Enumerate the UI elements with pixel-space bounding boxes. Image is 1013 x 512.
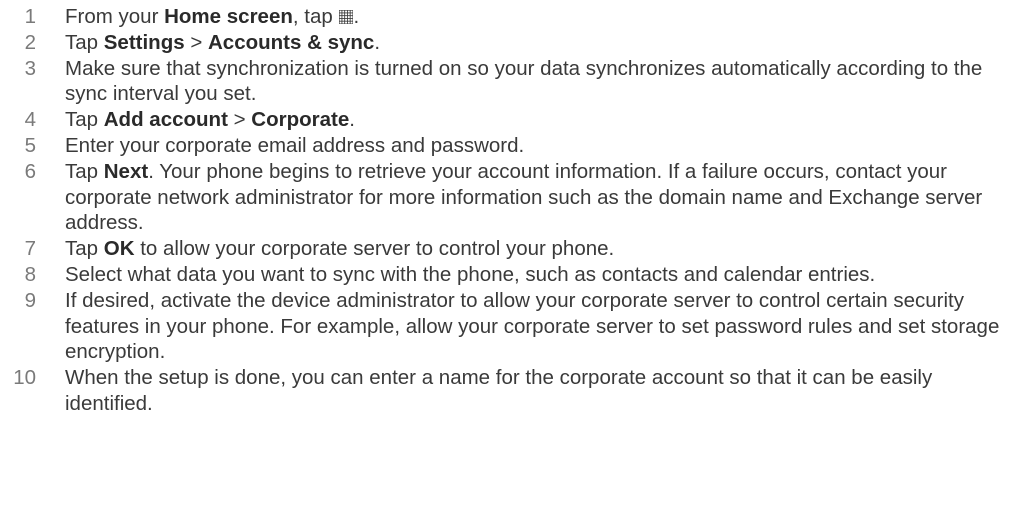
step-text-segment: to allow your corporate server to contro… xyxy=(134,237,615,261)
step-text: Make sure that synchronization is turned… xyxy=(65,56,1010,108)
step-text-segment: Enter your corporate email address and p… xyxy=(65,133,525,157)
step-text: Select what data you want to sync with t… xyxy=(65,262,1010,288)
step-text: Tap Settings > Accounts & sync. xyxy=(65,30,1010,56)
step-number: 3 xyxy=(24,56,36,80)
ui-term: Add account xyxy=(103,108,228,132)
step-text-segment: Make sure that synchronization is turned… xyxy=(65,56,983,106)
ui-term: Home screen xyxy=(164,5,293,28)
step-item: 4 Tap Add account > Corporate. xyxy=(0,107,1013,133)
step-item: 9 If desired, activate the device adminis… xyxy=(0,288,1013,365)
step-item: 2 Tap Settings > Accounts & sync. xyxy=(0,30,1013,56)
step-text: Enter your corporate email address and p… xyxy=(65,133,1010,159)
step-item: 8 Select what data you want to sync with … xyxy=(0,262,1013,288)
instruction-steps-list: 1 From your Home screen, tap . 2 Tap Settin… xyxy=(0,4,1013,417)
step-number: 1 xyxy=(24,5,36,28)
step-text-segment: > xyxy=(227,108,252,132)
step-text-segment: . Your phone begins to retrieve your acc… xyxy=(65,159,983,235)
step-item: 10 When the setup is done, you can enter … xyxy=(0,365,1013,417)
step-text-segment: > xyxy=(184,30,208,54)
step-text-segment: . xyxy=(374,30,381,54)
step-text-segment: . xyxy=(349,108,355,132)
step-number: 2 xyxy=(24,30,36,54)
ui-term: Next xyxy=(103,159,149,183)
step-text-segment: Tap xyxy=(65,108,104,132)
step-text-segment: If desired, activate the device administ… xyxy=(65,288,1000,364)
step-text-segment: From your xyxy=(65,5,165,28)
ui-term: OK xyxy=(103,237,135,261)
ui-term: Accounts & sync xyxy=(208,30,375,54)
step-item: 7 Tap OK to allow your corporate server t… xyxy=(0,236,1013,262)
step-number: 6 xyxy=(24,159,36,183)
step-number: 8 xyxy=(24,262,36,286)
step-number: 4 xyxy=(24,108,36,132)
ui-term: Corporate xyxy=(251,108,350,132)
step-text-segment: , tap xyxy=(292,5,339,28)
step-number: 7 xyxy=(24,237,36,261)
step-number: 9 xyxy=(24,288,36,312)
step-text: When the setup is done, you can enter a … xyxy=(65,365,1010,417)
step-item: 6 Tap Next. Your phone begins to retrieve… xyxy=(0,159,1013,236)
step-number: 5 xyxy=(24,133,36,157)
step-text-segment: Tap xyxy=(65,30,104,54)
step-text: Tap OK to allow your corporate server to… xyxy=(65,236,1010,262)
ui-term: Settings xyxy=(103,30,185,54)
step-text: Tap Next. Your phone begins to retrieve … xyxy=(65,159,1010,236)
step-text: If desired, activate the device administ… xyxy=(65,288,1010,365)
step-text-segment: Tap xyxy=(65,159,104,183)
step-item: 5 Enter your corporate email address and … xyxy=(0,133,1013,159)
step-text-segment: Select what data you want to sync with t… xyxy=(65,262,876,286)
step-text-segment: Tap xyxy=(65,237,104,261)
step-text: From your Home screen, tap . xyxy=(65,4,1010,30)
step-item: 1 From your Home screen, tap . xyxy=(0,4,1013,30)
step-text-segment: . xyxy=(353,5,360,28)
apps-grid-icon xyxy=(339,5,354,24)
step-text: Tap Add account > Corporate. xyxy=(65,107,1010,133)
step-number: 10 xyxy=(13,366,36,390)
step-item: 3 Make sure that synchronization is turne… xyxy=(0,56,1013,108)
step-text-segment: When the setup is done, you can enter a … xyxy=(65,366,933,415)
